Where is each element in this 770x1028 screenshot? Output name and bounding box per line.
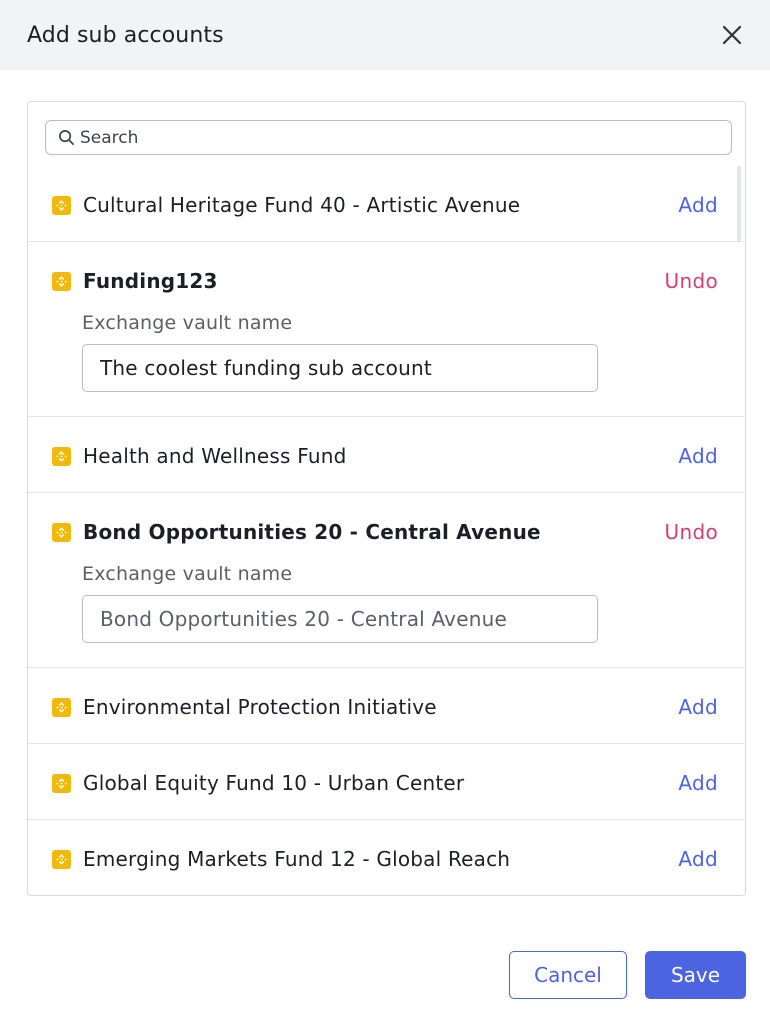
account-name: Bond Opportunities 20 - Central Avenue	[83, 520, 541, 544]
binance-coin-icon	[52, 522, 71, 542]
account-row: Emerging Markets Fund 12 - Global Reach A…	[52, 847, 718, 871]
search-input[interactable]	[80, 127, 680, 148]
vault-name-label: Exchange vault name	[82, 563, 293, 585]
account-row: Bond Opportunities 20 - Central Avenue Un…	[52, 520, 718, 544]
cancel-button[interactable]: Cancel	[509, 951, 627, 999]
account-name: Funding123	[83, 269, 218, 293]
undo-button[interactable]: Undo	[665, 269, 718, 293]
account-item: Environmental Protection Initiative Add	[28, 668, 744, 744]
account-row: Funding123 Undo	[52, 269, 718, 293]
dialog-title: Add sub accounts	[27, 22, 224, 48]
account-name: Cultural Heritage Fund 40 - Artistic Ave…	[83, 193, 521, 217]
account-item: Cultural Heritage Fund 40 - Artistic Ave…	[28, 166, 744, 242]
binance-coin-icon	[52, 195, 71, 215]
account-list: Cultural Heritage Fund 40 - Artistic Ave…	[28, 166, 744, 895]
vault-name-input[interactable]	[82, 344, 598, 392]
binance-coin-icon	[52, 271, 71, 291]
account-row: Environmental Protection Initiative Add	[52, 695, 718, 719]
close-button[interactable]	[720, 23, 744, 47]
binance-coin-icon	[52, 446, 71, 466]
account-name: Global Equity Fund 10 - Urban Center	[83, 771, 465, 795]
close-icon	[722, 25, 742, 45]
account-item: Global Equity Fund 10 - Urban Center Add	[28, 744, 744, 820]
account-row: Cultural Heritage Fund 40 - Artistic Ave…	[52, 193, 718, 217]
binance-coin-icon	[52, 773, 71, 793]
account-item: Emerging Markets Fund 12 - Global Reach A…	[28, 820, 744, 895]
vault-name-label: Exchange vault name	[82, 312, 293, 334]
account-item: Funding123 Undo Exchange vault name	[28, 242, 744, 417]
account-name: Emerging Markets Fund 12 - Global Reach	[83, 847, 511, 871]
add-button[interactable]: Add	[678, 193, 718, 217]
dialog-header: Add sub accounts	[0, 0, 770, 70]
account-row: Global Equity Fund 10 - Urban Center Add	[52, 771, 718, 795]
binance-coin-icon	[52, 697, 71, 717]
add-button[interactable]: Add	[678, 695, 718, 719]
account-item: Health and Wellness Fund Add	[28, 417, 744, 493]
search-icon	[59, 130, 74, 145]
add-button[interactable]: Add	[678, 771, 718, 795]
add-button[interactable]: Add	[678, 847, 718, 871]
vault-name-input[interactable]	[82, 595, 598, 643]
save-button[interactable]: Save	[645, 951, 746, 999]
account-name: Health and Wellness Fund	[83, 444, 347, 468]
search-box[interactable]	[45, 120, 732, 155]
binance-coin-icon	[52, 849, 71, 869]
sub-accounts-panel: Cultural Heritage Fund 40 - Artistic Ave…	[27, 101, 746, 896]
account-row: Health and Wellness Fund Add	[52, 444, 718, 468]
account-name: Environmental Protection Initiative	[83, 695, 437, 719]
add-button[interactable]: Add	[678, 444, 718, 468]
account-item: Bond Opportunities 20 - Central Avenue Un…	[28, 493, 744, 668]
undo-button[interactable]: Undo	[665, 520, 718, 544]
